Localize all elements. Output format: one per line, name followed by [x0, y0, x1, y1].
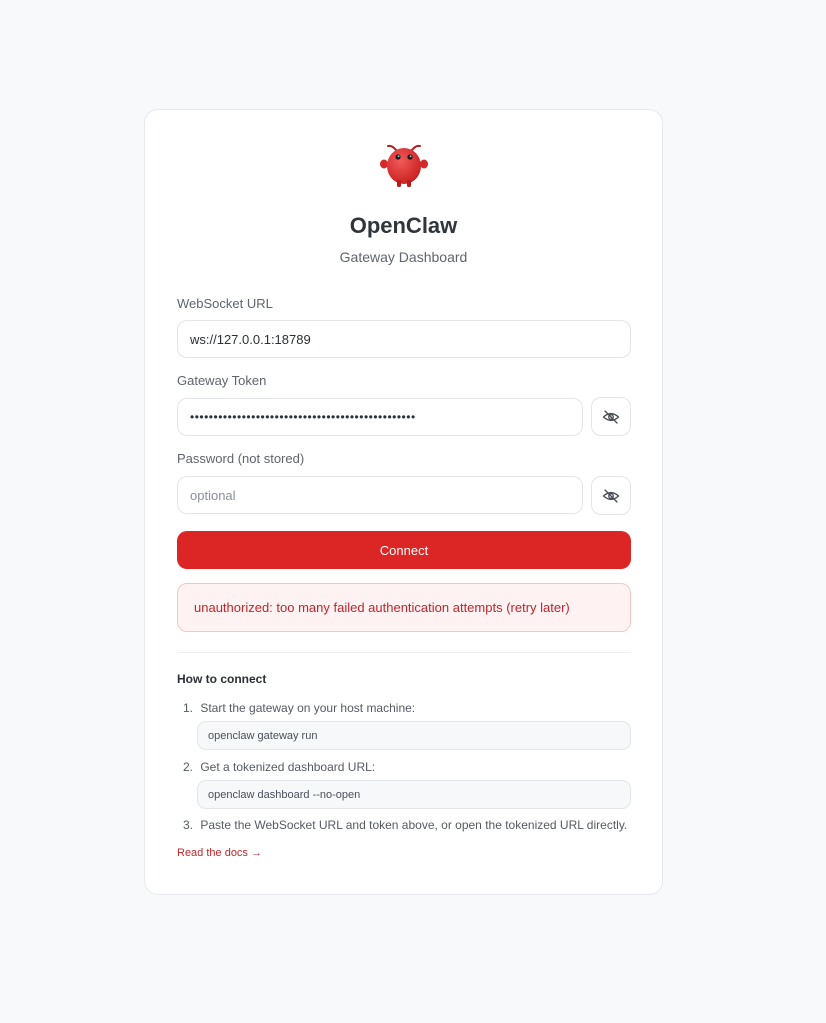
gateway-token-label: Gateway Token	[177, 373, 267, 388]
gateway-token-input[interactable]: ••••••••••••••••••••••••••••••••••••••••…	[177, 398, 583, 436]
step-text: Get a tokenized dashboard URL:	[200, 760, 376, 774]
step-number: 3.	[183, 818, 194, 832]
how-to-connect-heading: How to connect	[177, 672, 267, 686]
step-2: 2. Get a tokenized dashboard URL:	[183, 760, 375, 774]
step-number: 1.	[183, 701, 194, 715]
code-block-gateway-run[interactable]: openclaw gateway run	[197, 721, 631, 750]
step-3: 3. Paste the WebSocket URL and token abo…	[183, 818, 627, 832]
connect-button[interactable]: Connect	[177, 531, 631, 569]
step-text: Start the gateway on your host machine:	[200, 701, 416, 715]
toggle-password-visibility-button[interactable]	[591, 476, 631, 515]
password-label: Password (not stored)	[177, 451, 305, 466]
app-subtitle: Gateway Dashboard	[339, 249, 468, 265]
code-block-dashboard[interactable]: openclaw dashboard --no-open	[197, 780, 631, 809]
toggle-token-visibility-button[interactable]	[591, 397, 631, 436]
step-1: 1. Start the gateway on your host machin…	[183, 701, 415, 715]
eye-off-icon	[602, 409, 620, 424]
eye-off-icon	[602, 488, 620, 503]
websocket-url-input[interactable]: ws://127.0.0.1:18789	[177, 320, 631, 358]
step-number: 2.	[183, 760, 194, 774]
read-the-docs-link[interactable]: Read the docs →	[177, 847, 262, 859]
step-text: Paste the WebSocket URL and token above,…	[200, 818, 628, 832]
app-title: OpenClaw	[349, 213, 458, 238]
websocket-url-label: WebSocket URL	[177, 296, 273, 311]
login-card: OpenClaw Gateway Dashboard WebSocket URL…	[144, 109, 663, 895]
error-alert: unauthorized: too many failed authentica…	[177, 583, 631, 632]
openclaw-logo-icon	[380, 144, 428, 187]
divider	[177, 652, 631, 653]
password-input[interactable]: optional	[177, 476, 583, 514]
